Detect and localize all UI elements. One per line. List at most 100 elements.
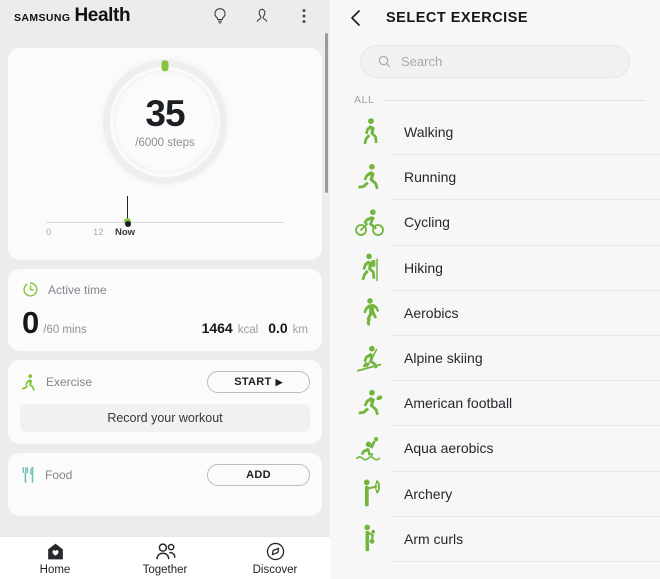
steps-count: 35 bbox=[145, 93, 185, 134]
section-header-all: ALL bbox=[330, 90, 660, 110]
list-item-label: Cycling bbox=[404, 214, 450, 231]
exercise-label: Exercise bbox=[46, 375, 93, 389]
record-workout-label: Record your workout bbox=[107, 411, 223, 425]
list-item[interactable]: Alpine skiing bbox=[330, 336, 660, 382]
profile-icon[interactable] bbox=[252, 6, 272, 26]
distance-value: 0.0 bbox=[268, 320, 288, 336]
people-icon bbox=[155, 542, 176, 559]
steps-goal-text: /6000 steps bbox=[135, 137, 195, 149]
active-time-values: 0 /60 mins 1464 kcal 0.0 km bbox=[22, 307, 308, 338]
list-item-label: Archery bbox=[404, 485, 453, 502]
cycling-icon bbox=[348, 207, 392, 238]
steps-progress-ring: 35 /6000 steps bbox=[91, 48, 239, 196]
app-screen: SAMSUNG Health 35 /6000 steps 0 12 Now A… bbox=[0, 0, 660, 579]
active-time-metrics: 1464 kcal 0.0 km bbox=[202, 320, 308, 336]
select-exercise-header: SELECT EXERCISE bbox=[330, 0, 660, 36]
list-item[interactable]: Arm curls bbox=[330, 517, 660, 562]
brand-samsung-text: SAMSUNG bbox=[14, 12, 71, 24]
exercise-list[interactable]: ALL Walking Running Cycling Hiking Aerob… bbox=[330, 90, 660, 575]
steps-card[interactable]: 35 /6000 steps 0 12 Now bbox=[8, 48, 322, 260]
search-input[interactable]: Search bbox=[360, 45, 630, 78]
distance-unit: km bbox=[292, 324, 308, 336]
exercise-card-header: Exercise START ▶ bbox=[20, 371, 310, 393]
fork-knife-icon bbox=[22, 466, 34, 483]
list-item-label: Aqua aerobics bbox=[404, 440, 494, 457]
active-time-value: 0 bbox=[22, 305, 40, 340]
search-icon bbox=[378, 55, 391, 68]
nav-item-home[interactable]: Home bbox=[0, 541, 110, 576]
list-item-name-wrap: Walking bbox=[392, 110, 660, 156]
play-icon: ▶ bbox=[275, 376, 283, 387]
aerobics-icon bbox=[348, 297, 392, 329]
timeline-label-12: 12 bbox=[93, 227, 104, 238]
alpine-skiing-icon bbox=[348, 344, 392, 374]
list-item-label: Alpine skiing bbox=[404, 350, 483, 367]
steps-timeline: 0 12 Now bbox=[46, 196, 284, 240]
home-scrollbar[interactable] bbox=[325, 33, 328, 193]
list-item[interactable]: Aerobics bbox=[330, 291, 660, 336]
food-label: Food bbox=[45, 468, 73, 482]
more-options-icon[interactable] bbox=[294, 6, 314, 26]
record-workout-button[interactable]: Record your workout bbox=[20, 404, 310, 432]
list-item[interactable]: Cycling bbox=[330, 200, 660, 246]
food-card[interactable]: Food ADD bbox=[8, 453, 322, 516]
list-item-name-wrap: Archery bbox=[392, 472, 660, 517]
section-divider bbox=[384, 99, 646, 101]
nav-label-discover: Discover bbox=[252, 563, 298, 576]
active-time-unit: /60 mins bbox=[43, 324, 87, 336]
running-icon bbox=[348, 162, 392, 193]
nav-item-discover[interactable]: Discover bbox=[220, 541, 330, 576]
start-button-label: START bbox=[234, 376, 272, 388]
calories-unit: kcal bbox=[237, 324, 259, 336]
list-item[interactable]: Hiking bbox=[330, 246, 660, 291]
list-item-name-wrap: Running bbox=[392, 155, 660, 201]
list-item-name-wrap: Arm curls bbox=[392, 517, 660, 562]
home-cards-scroll[interactable]: 35 /6000 steps 0 12 Now Active time 0 /6… bbox=[0, 32, 330, 536]
list-item-name-wrap: Cycling bbox=[392, 200, 660, 246]
chevron-left-icon[interactable] bbox=[348, 8, 364, 28]
list-item[interactable]: Aqua aerobics bbox=[330, 426, 660, 472]
app-header: SAMSUNG Health bbox=[0, 0, 330, 32]
list-item-label: Walking bbox=[404, 124, 454, 141]
compass-icon bbox=[266, 542, 284, 560]
aqua-aerobics-icon bbox=[348, 435, 392, 463]
list-item-label: American football bbox=[404, 395, 513, 412]
walking-icon bbox=[348, 117, 392, 148]
list-item[interactable]: Archery bbox=[330, 472, 660, 517]
list-item-label: Running bbox=[404, 169, 457, 186]
samsung-health-home-panel: SAMSUNG Health 35 /6000 steps 0 12 Now A… bbox=[0, 0, 330, 579]
calories-value: 1464 bbox=[201, 320, 233, 336]
active-time-header: Active time bbox=[22, 281, 308, 298]
active-time-label: Active time bbox=[48, 282, 107, 297]
running-person-icon bbox=[21, 373, 35, 391]
list-item-name-wrap: American football bbox=[392, 381, 660, 427]
list-item[interactable]: American football bbox=[330, 381, 660, 427]
header-icon-group bbox=[210, 6, 318, 26]
search-placeholder: Search bbox=[401, 54, 443, 69]
list-item-label: Arm curls bbox=[404, 530, 464, 547]
add-food-button[interactable]: ADD bbox=[207, 464, 310, 486]
list-item-name-wrap: Hiking bbox=[392, 246, 660, 291]
active-time-card[interactable]: Active time 0 /60 mins 1464 kcal 0.0 km bbox=[8, 269, 322, 351]
arm-curls-icon bbox=[348, 523, 392, 555]
list-item[interactable]: Walking bbox=[330, 110, 660, 156]
timeline-labels: 0 12 Now bbox=[46, 227, 284, 241]
search-container: Search bbox=[330, 36, 660, 90]
nav-item-together[interactable]: Together bbox=[110, 541, 220, 576]
section-label: ALL bbox=[354, 94, 375, 106]
start-exercise-button[interactable]: START ▶ bbox=[207, 371, 310, 393]
add-button-label: ADD bbox=[246, 469, 271, 481]
exercise-card[interactable]: Exercise START ▶ Record your workout bbox=[8, 360, 322, 444]
steps-center-readout: 35 /6000 steps bbox=[91, 48, 239, 196]
list-item[interactable]: Running bbox=[330, 155, 660, 201]
archery-icon bbox=[348, 478, 392, 510]
samsung-health-logo: SAMSUNG Health bbox=[14, 5, 131, 27]
list-item-name-wrap: Alpine skiing bbox=[392, 336, 660, 382]
home-heart-icon bbox=[47, 543, 63, 559]
tips-bulb-icon[interactable] bbox=[210, 6, 230, 26]
brand-health-text: Health bbox=[74, 5, 131, 26]
list-item-name-wrap: Aqua aerobics bbox=[392, 426, 660, 472]
nav-label-home: Home bbox=[39, 563, 71, 576]
list-item-name-wrap: Aerobics bbox=[392, 291, 660, 336]
food-card-header: Food ADD bbox=[20, 464, 310, 486]
